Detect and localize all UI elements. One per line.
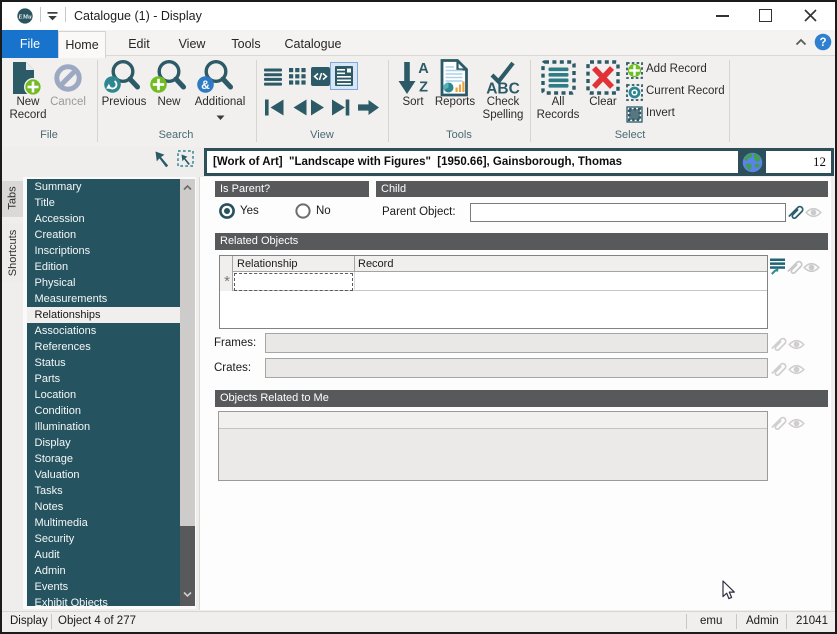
svg-text:ABC: ABC [486, 81, 520, 97]
svg-text:EMu: EMu [17, 13, 32, 20]
svg-text:?: ? [819, 37, 826, 49]
svg-text:&: & [201, 78, 210, 92]
svg-text:A: A [418, 61, 429, 77]
svg-text:Z: Z [419, 80, 428, 96]
